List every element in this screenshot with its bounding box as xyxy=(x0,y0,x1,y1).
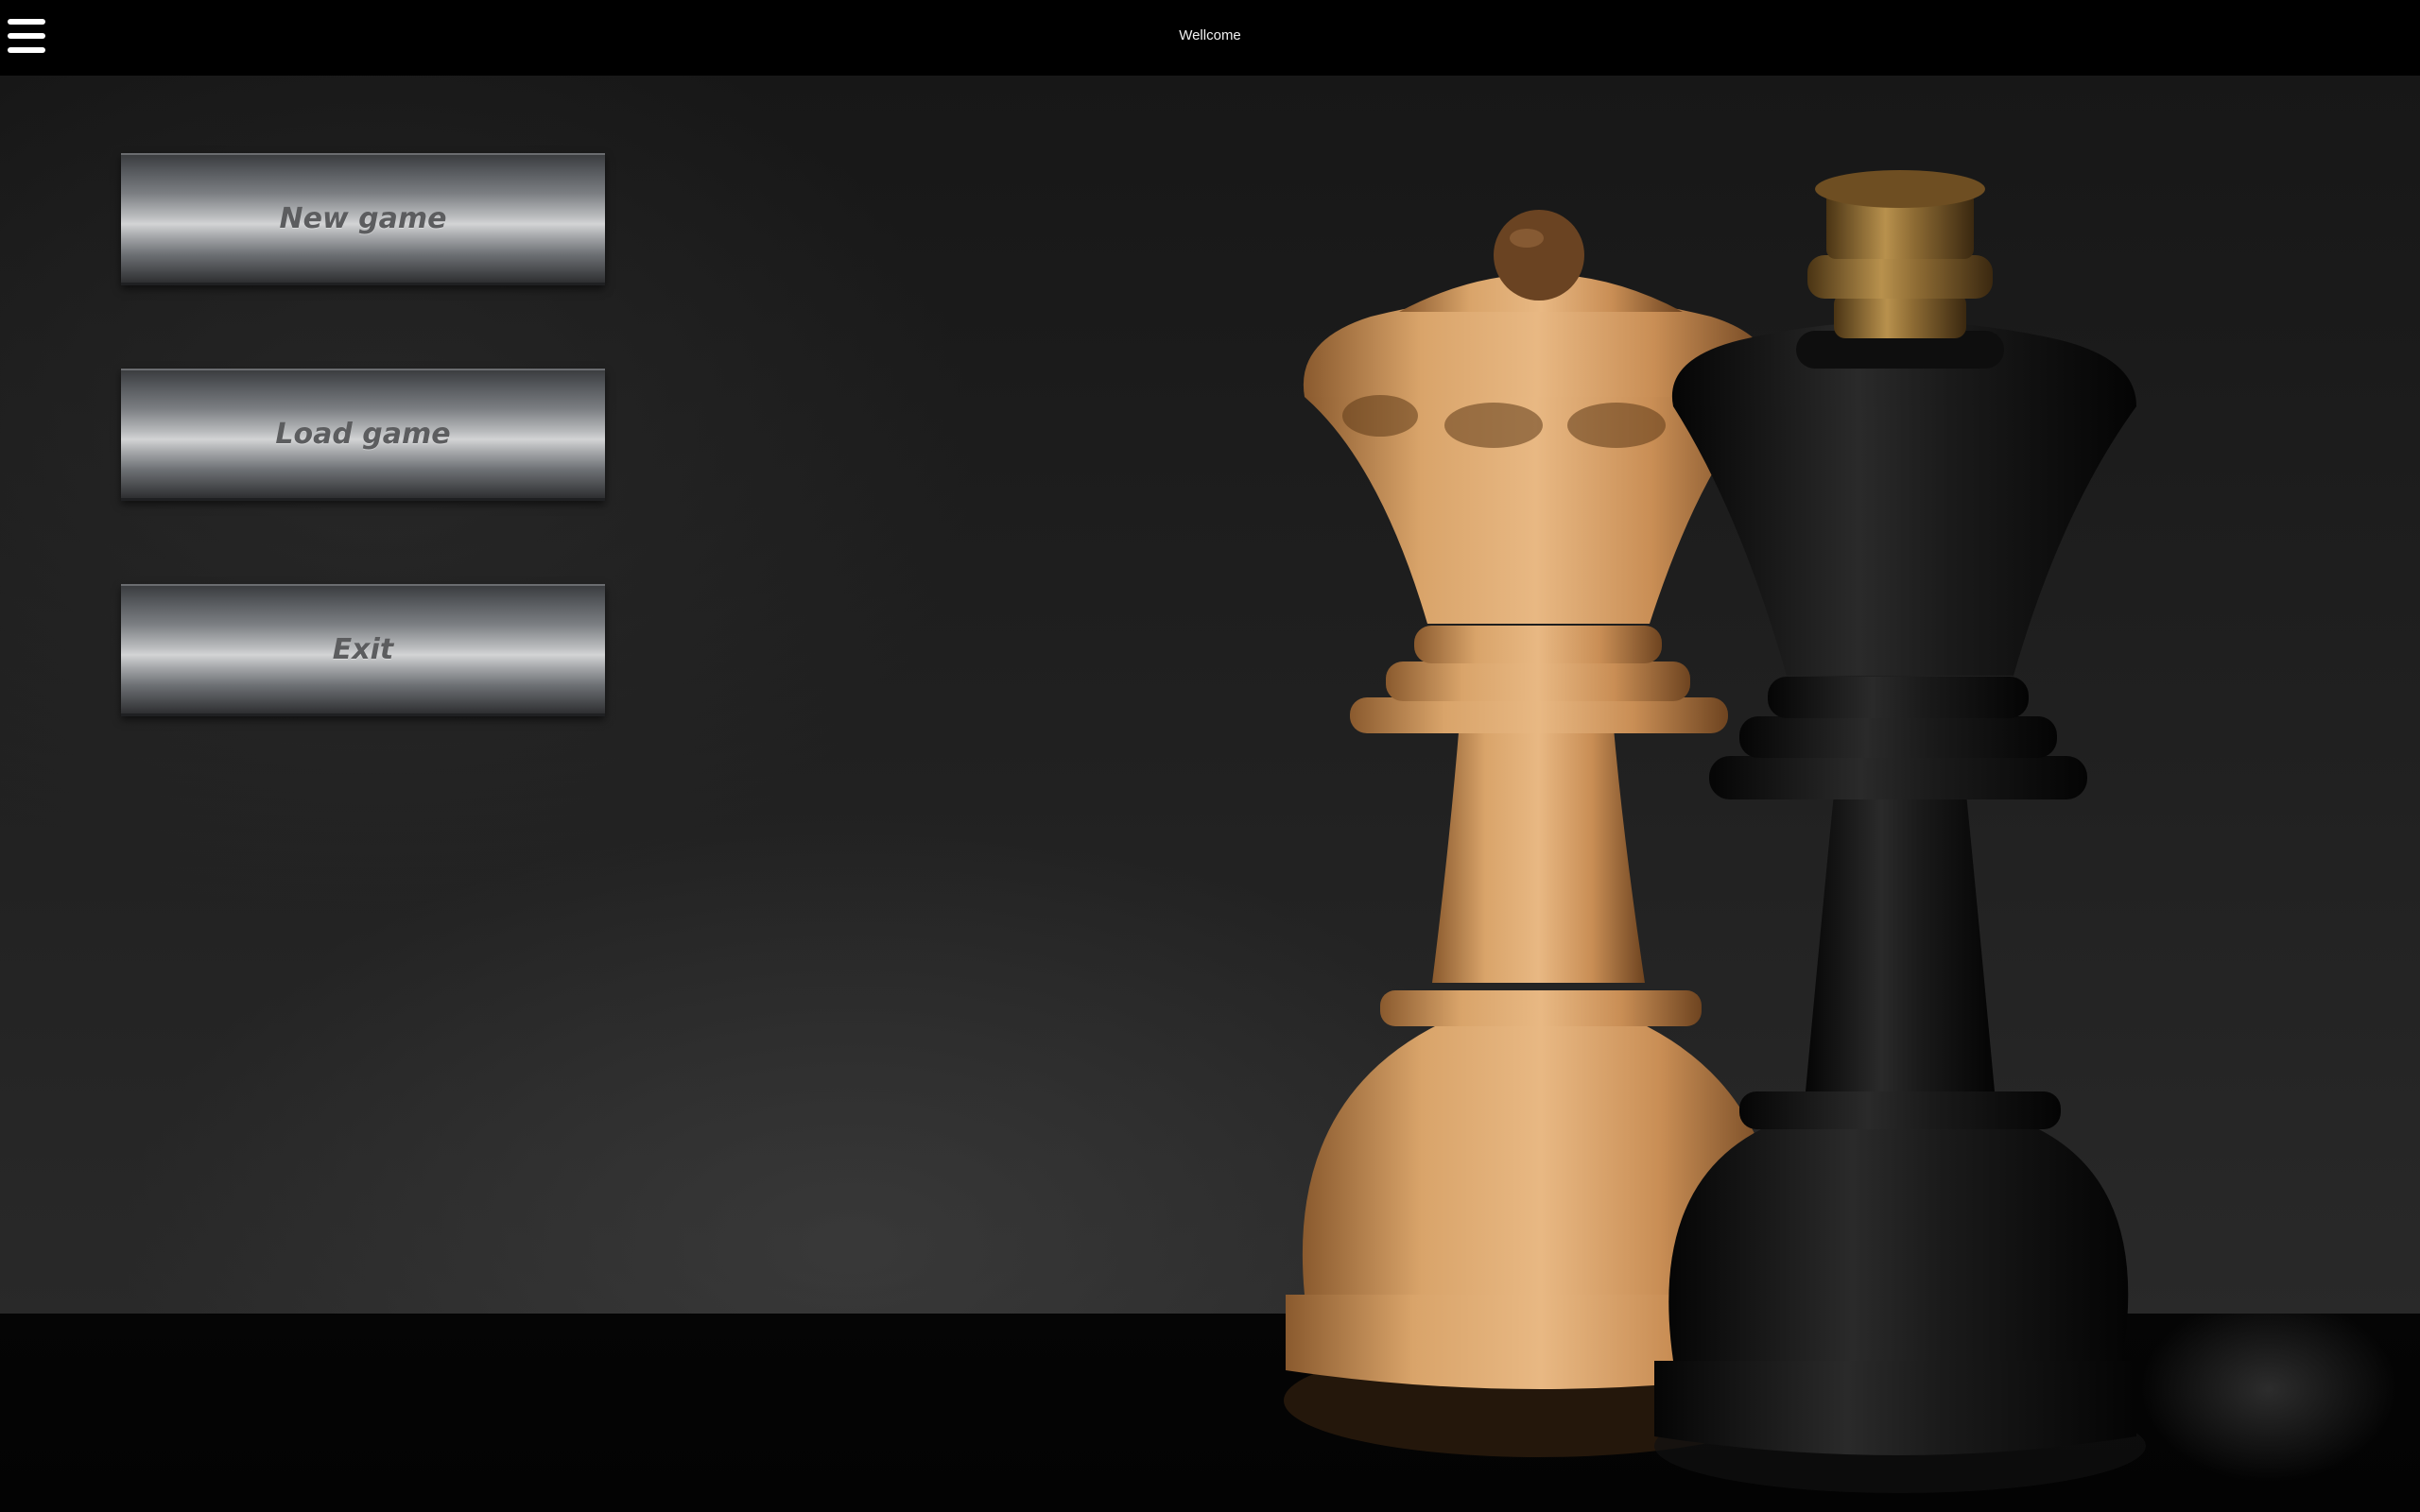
new-game-label: New game xyxy=(279,202,447,235)
app-window: Wellcome New game Load game Exit xyxy=(0,0,2420,1512)
exit-label: Exit xyxy=(332,633,394,666)
exit-button[interactable]: Exit xyxy=(121,584,605,716)
top-bar: Wellcome xyxy=(0,0,2420,76)
load-game-button[interactable]: Load game xyxy=(121,369,605,501)
hamburger-menu-icon[interactable] xyxy=(6,15,49,60)
new-game-button[interactable]: New game xyxy=(121,153,605,285)
page-title: Wellcome xyxy=(1179,27,1241,43)
king-piece xyxy=(1654,170,2146,1493)
load-game-label: Load game xyxy=(275,418,451,451)
chess-pieces-image xyxy=(1284,170,2146,1493)
